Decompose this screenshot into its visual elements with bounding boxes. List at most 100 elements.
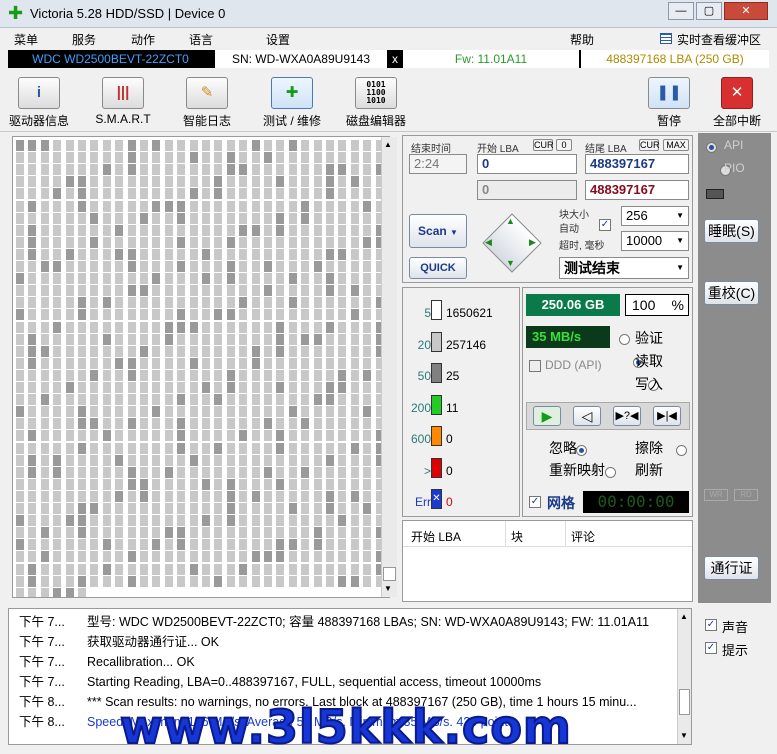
minimize-button[interactable]: — bbox=[668, 2, 694, 20]
recalibrate-button[interactable]: 重校(C) bbox=[704, 281, 759, 305]
stat-color-bar[interactable] bbox=[431, 363, 442, 383]
status-value: 测试结束 bbox=[564, 260, 620, 276]
log-scroll-down-icon[interactable]: ▼ bbox=[680, 731, 688, 740]
play-backward-button[interactable]: ◁ bbox=[573, 406, 601, 426]
scroll-down-icon[interactable]: ▼ bbox=[384, 584, 392, 593]
stat-color-bar[interactable] bbox=[431, 331, 442, 352]
sector-cell bbox=[239, 176, 248, 188]
sector-cell bbox=[28, 527, 37, 539]
scroll-up-icon[interactable]: ▲ bbox=[384, 140, 392, 149]
arrow-up-icon[interactable]: ▲ bbox=[506, 216, 515, 226]
stat-color-bar[interactable]: ✕ bbox=[431, 489, 442, 509]
drive-x[interactable]: x bbox=[389, 50, 401, 68]
disk-editor-button[interactable]: 0101 1100 1010 磁盘编辑器 bbox=[331, 75, 421, 135]
menu-service[interactable]: 服务 bbox=[72, 31, 96, 48]
sector-cell bbox=[115, 200, 124, 212]
sector-cell bbox=[16, 587, 24, 597]
verify-radio[interactable] bbox=[619, 334, 630, 346]
sector-cell bbox=[152, 527, 161, 539]
sector-cell bbox=[102, 357, 111, 369]
col-block[interactable]: 块 bbox=[511, 528, 523, 545]
timeout-select[interactable]: 10000 ▼ bbox=[621, 231, 689, 251]
passport-button[interactable]: 通行证 bbox=[704, 556, 759, 580]
menu-language[interactable]: 语言 bbox=[189, 31, 213, 48]
random-seek-button[interactable]: ▶?◀ bbox=[613, 406, 641, 426]
api-label: API bbox=[724, 138, 744, 152]
butterfly-button[interactable]: ▶|◀ bbox=[653, 406, 681, 426]
sector-cell bbox=[40, 333, 49, 345]
sector-cell bbox=[288, 188, 297, 200]
sector-cell bbox=[363, 503, 372, 514]
sector-cell bbox=[251, 261, 260, 272]
menu-help[interactable]: 帮助 bbox=[570, 31, 594, 48]
end-max-button[interactable]: MAX bbox=[663, 139, 689, 151]
grid-checkbox[interactable]: ✓ bbox=[529, 496, 541, 508]
erase-radio[interactable] bbox=[676, 445, 688, 457]
end-lba-input[interactable]: 488397167 bbox=[585, 154, 689, 174]
auto-checkbox[interactable]: ✓ bbox=[599, 219, 611, 231]
log-row[interactable]: 下午 7... 获取驱动器通行证... OK bbox=[9, 632, 679, 652]
hints-checkbox[interactable]: ✓ bbox=[705, 642, 717, 654]
end-cur-button[interactable]: CUR bbox=[639, 139, 660, 151]
close-button[interactable]: ✕ bbox=[724, 2, 768, 20]
sector-map bbox=[12, 136, 390, 598]
sector-cell bbox=[363, 478, 372, 490]
col-start-lba[interactable]: 开始 LBA bbox=[411, 528, 461, 545]
sector-cell bbox=[251, 164, 260, 176]
stat-color-bar[interactable] bbox=[431, 426, 442, 446]
log-row[interactable]: 下午 7... Starting Reading, LBA=0..48839716… bbox=[9, 672, 679, 692]
sound-checkbox[interactable]: ✓ bbox=[705, 619, 717, 631]
stat-color-bar[interactable] bbox=[431, 457, 442, 478]
start-lba-input[interactable]: 0 bbox=[477, 154, 577, 174]
quick-button[interactable]: QUICK bbox=[409, 257, 467, 279]
sector-cell bbox=[127, 200, 136, 212]
stat-color-bar[interactable] bbox=[431, 394, 442, 415]
scroll-thumb[interactable] bbox=[383, 567, 396, 581]
abort-all-button[interactable]: ✕ 全部中断 bbox=[692, 75, 777, 135]
log-row[interactable]: 下午 7... Recallibration... OK bbox=[9, 652, 679, 672]
test-repair-button[interactable]: ✚ 测试 / 维修 bbox=[247, 75, 337, 135]
menu-settings[interactable]: 设置 bbox=[266, 31, 290, 48]
drive-model[interactable]: WDC WD2500BEVT-22ZCT0 bbox=[8, 50, 213, 68]
realtime-buffer-link[interactable]: 实时查看缓冲区 bbox=[677, 31, 761, 48]
log-scroll-up-icon[interactable]: ▲ bbox=[680, 612, 688, 621]
sector-cell bbox=[16, 164, 24, 176]
smart-log-button[interactable]: ✎ 智能日志 bbox=[162, 75, 252, 135]
stat-label: 5 bbox=[424, 306, 431, 320]
start-cur-button[interactable]: CUR bbox=[533, 139, 554, 151]
arrow-down-icon[interactable]: ▼ bbox=[506, 258, 515, 268]
status-select[interactable]: 测试结束 ▼ bbox=[559, 257, 689, 279]
stat-color-bar[interactable] bbox=[431, 300, 442, 320]
log-scroll-thumb[interactable] bbox=[679, 689, 690, 715]
remap-radio[interactable] bbox=[604, 467, 616, 479]
start-zero-button[interactable]: 0 bbox=[556, 139, 572, 151]
sector-cell bbox=[326, 140, 334, 151]
sector-cell bbox=[313, 382, 322, 393]
menu-action[interactable]: 动作 bbox=[131, 31, 155, 48]
sector-cell bbox=[90, 406, 99, 418]
sector-map-scrollbar[interactable]: ▲ ▼ bbox=[381, 137, 397, 597]
log-scrollbar[interactable]: ▲ ▼ bbox=[677, 609, 691, 744]
log-row[interactable]: 下午 7... 型号: WDC WD2500BEVT-22ZCT0; 容量 488… bbox=[9, 612, 679, 632]
play-forward-button[interactable]: ▶ bbox=[533, 406, 561, 426]
scan-button[interactable]: Scan ▼ bbox=[409, 214, 467, 248]
col-comment[interactable]: 评论 bbox=[571, 528, 595, 545]
restore-button[interactable]: ▢ bbox=[696, 2, 722, 20]
sector-cell bbox=[338, 273, 347, 285]
menu-main[interactable]: 菜单 bbox=[14, 31, 38, 48]
ddd-checkbox[interactable] bbox=[529, 360, 541, 372]
end-time-input[interactable]: 2:24 bbox=[409, 154, 467, 174]
block-size-select[interactable]: 256 ▼ bbox=[621, 206, 689, 226]
sector-cell bbox=[338, 224, 347, 236]
arrow-right-icon[interactable]: ▶ bbox=[529, 237, 536, 248]
sector-cell bbox=[152, 273, 161, 285]
arrow-left-icon[interactable]: ◀ bbox=[485, 237, 492, 248]
api-radio[interactable] bbox=[706, 142, 717, 154]
drive-info-button[interactable]: i 驱动器信息 bbox=[0, 75, 84, 135]
smart-button[interactable]: ||| S.M.A.R.T bbox=[78, 75, 168, 135]
sector-cell bbox=[288, 248, 297, 260]
ignore-radio[interactable] bbox=[576, 445, 588, 457]
sector-cell bbox=[102, 406, 111, 418]
direction-pad[interactable]: ▲ ▼ ◀ ▶ bbox=[481, 212, 543, 274]
sleep-button[interactable]: 睡眠(S) bbox=[704, 219, 759, 243]
